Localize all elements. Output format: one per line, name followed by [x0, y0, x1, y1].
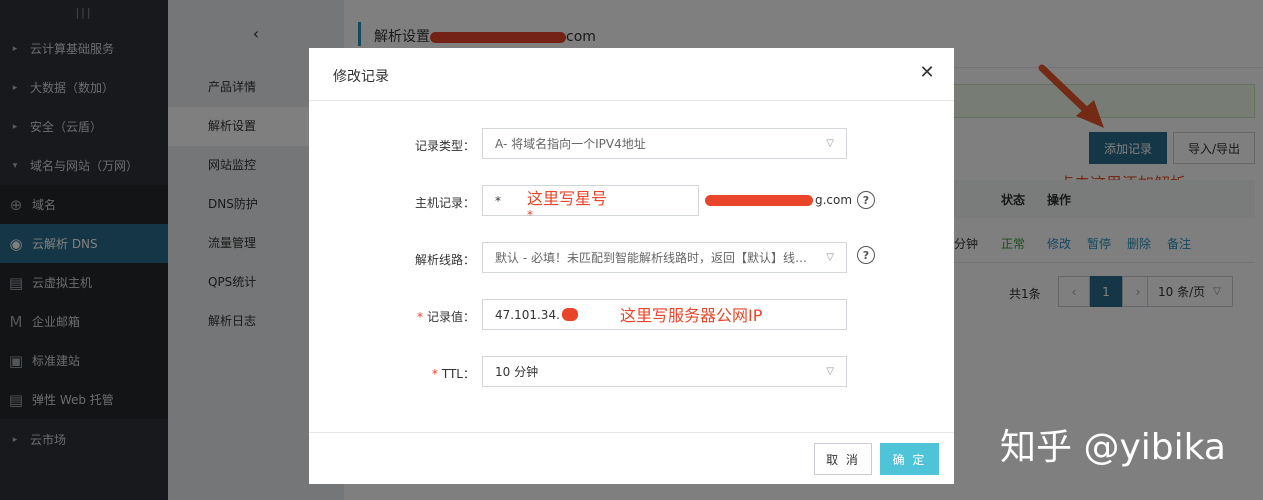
chevron-down-icon: ▽	[826, 366, 834, 377]
resolution-line-label: 解析线路：	[325, 251, 475, 268]
redacted-domain-mark	[705, 194, 813, 206]
host-record-label-text: 主机记录：	[414, 196, 475, 210]
cancel-button[interactable]: 取 消	[814, 443, 872, 475]
chevron-down-icon: ▽	[826, 252, 834, 263]
host-record-value: *	[495, 193, 501, 208]
record-value-label: * 记录值：	[325, 308, 475, 325]
record-type-label-text: 记录类型：	[414, 139, 475, 153]
host-annotation: 这里写星号	[527, 189, 608, 208]
chevron-down-icon: ▽	[826, 138, 834, 149]
record-type-value: A- 将域名指向一个IPV4地址	[495, 137, 646, 151]
record-value-annotation: 这里写服务器公网IP	[620, 306, 763, 325]
ttl-label-text: TTL：	[441, 367, 475, 381]
record-type-label: 记录类型：	[325, 137, 475, 154]
dialog-title: 修改记录	[333, 69, 389, 85]
host-annotation-star: *	[527, 208, 533, 222]
ttl-value: 10 分钟	[495, 365, 539, 379]
dialog-header: 修改记录 ✕	[309, 48, 954, 101]
required-mark: *	[431, 367, 438, 381]
resolution-line-value: 默认 - 必填！未匹配到智能解析线路时，返回【默认】线路...	[495, 251, 816, 265]
resolution-line-select[interactable]: 默认 - 必填！未匹配到智能解析线路时，返回【默认】线路... ▽	[482, 242, 847, 273]
record-value-label-text: 记录值：	[426, 310, 475, 324]
host-record-label: 主机记录：	[325, 194, 475, 211]
ttl-label: * TTL：	[325, 365, 475, 382]
edit-record-dialog: 修改记录 ✕ 记录类型： A- 将域名指向一个IPV4地址 ▽ 主机记录： * …	[309, 48, 954, 484]
host-suffix-text: g.com	[815, 193, 853, 207]
record-value-value: 47.101.34.	[495, 307, 560, 322]
watermark: 知乎 @yibika	[1000, 427, 1226, 468]
help-circle-icon[interactable]: ?	[857, 191, 875, 209]
resolution-line-label-text: 解析线路：	[414, 253, 475, 267]
host-domain-suffix: g.com	[705, 193, 852, 207]
help-circle-icon[interactable]: ?	[857, 246, 875, 264]
record-type-select[interactable]: A- 将域名指向一个IPV4地址 ▽	[482, 128, 847, 159]
ttl-select[interactable]: 10 分钟 ▽	[482, 356, 847, 387]
redacted-ip-mark	[561, 308, 578, 321]
close-icon[interactable]: ✕	[917, 62, 937, 84]
confirm-button[interactable]: 确 定	[880, 443, 939, 475]
required-mark: *	[416, 310, 423, 324]
